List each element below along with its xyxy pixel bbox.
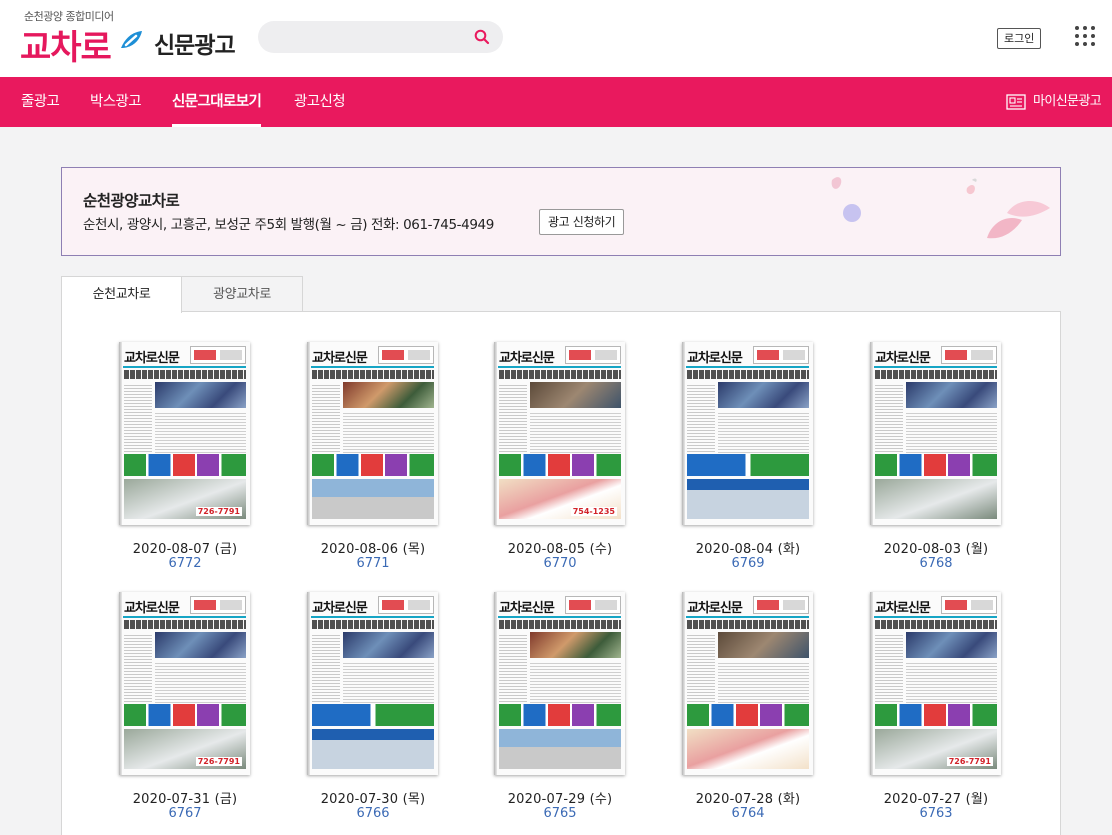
login-button[interactable]: 로그인 (997, 28, 1042, 49)
nav-item-line-ads[interactable]: 줄광고 (21, 77, 60, 127)
issue-date: 2020-08-05 (수) (507, 542, 613, 557)
issue-date: 2020-08-04 (화) (695, 542, 801, 557)
nav-item-newspaper-view[interactable]: 신문그대로보기 (172, 77, 262, 127)
issue-date: 2020-08-06 (목) (320, 542, 426, 557)
issue-number-link[interactable]: 6770 (480, 556, 640, 571)
newspaper-thumbnail[interactable]: 교차로신문 (682, 342, 813, 525)
issue-number-link[interactable]: 6763 (856, 806, 1016, 821)
newspaper-thumbnail[interactable]: 교차로신문 (307, 342, 438, 525)
search-input[interactable] (272, 27, 462, 47)
newspaper-thumbnail[interactable]: 교차로신문 726-7791 (870, 592, 1001, 775)
apply-ad-button[interactable]: 광고 신청하기 (539, 209, 625, 235)
site-logo[interactable]: 순천광양 종합미디어 교차로 신문광고 (18, 6, 238, 68)
logo-leaf-icon (121, 31, 142, 48)
newspaper-icon (1006, 94, 1026, 110)
issue-date: 2020-08-07 (금) (132, 542, 238, 557)
newspaper-thumbnail[interactable]: 교차로신문 726-7791 (119, 592, 250, 775)
nav-item-ad-apply[interactable]: 광고신청 (294, 77, 346, 127)
issue-date: 2020-07-31 (금) (132, 792, 238, 807)
newspaper-thumbnail[interactable]: 교차로신문 (682, 592, 813, 775)
tab-suncheon[interactable]: 순천교차로 (61, 276, 182, 313)
my-newspaper-ad-link[interactable]: 마이신문광고 (1006, 77, 1102, 127)
issue-date: 2020-08-03 (월) (883, 542, 989, 557)
main-nav: 줄광고 박스광고 신문그대로보기 광고신청 마이신문광고 (0, 77, 1112, 127)
issue-number-link[interactable]: 6768 (856, 556, 1016, 571)
issue-number-link[interactable]: 6772 (105, 556, 265, 571)
newspaper-thumbnail[interactable]: 교차로신문 (307, 592, 438, 775)
newspaper-thumbnail[interactable]: 교차로신문 726-7791 (119, 342, 250, 525)
nav-item-box-ads[interactable]: 박스광고 (90, 77, 142, 127)
info-banner: 순천광양교차로 순천시, 광양시, 고흥군, 보성군 주5회 발행(월 ~ 금)… (61, 167, 1061, 256)
search-icon[interactable] (473, 28, 491, 46)
issue-number-link[interactable]: 6769 (668, 556, 828, 571)
tab-gwangyang[interactable]: 광양교차로 (181, 276, 303, 312)
banner-title: 순천광양교차로 (83, 192, 180, 210)
logo-brand: 교차로 (20, 28, 112, 68)
site-header: 순천광양 종합미디어 교차로 신문광고 로그인 (0, 0, 1112, 77)
search-box (258, 21, 503, 53)
petal-decoration (831, 177, 1050, 239)
newspaper-thumbnail[interactable]: 교차로신문 754-1235 (494, 342, 625, 525)
apps-menu-icon[interactable] (1075, 26, 1095, 46)
newspaper-thumbnail[interactable]: 교차로신문 (870, 342, 1001, 525)
issue-number-link[interactable]: 6767 (105, 806, 265, 821)
issue-date: 2020-07-27 (월) (883, 792, 989, 807)
banner-description: 순천시, 광양시, 고흥군, 보성군 주5회 발행(월 ~ 금) 전화: 061… (83, 217, 494, 233)
issue-date: 2020-07-29 (수) (507, 792, 613, 807)
issue-number-link[interactable]: 6771 (293, 556, 453, 571)
logo-section-title: 신문광고 (154, 33, 236, 59)
issue-date: 2020-07-28 (화) (695, 792, 801, 807)
newspaper-thumbnail[interactable]: 교차로신문 (494, 592, 625, 775)
issue-number-link[interactable]: 6765 (480, 806, 640, 821)
issue-number-link[interactable]: 6766 (293, 806, 453, 821)
issue-number-link[interactable]: 6764 (668, 806, 828, 821)
issue-date: 2020-07-30 (목) (320, 792, 426, 807)
